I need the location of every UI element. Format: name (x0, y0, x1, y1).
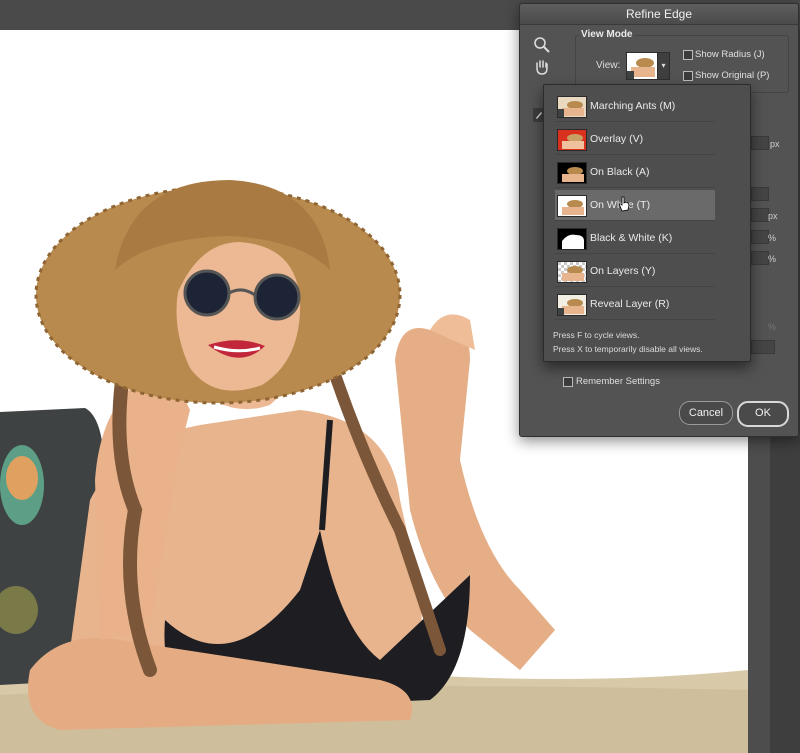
show-radius-label: Show Radius (J) (695, 49, 765, 60)
radius-unit: px (770, 139, 780, 149)
remember-settings-label: Remember Settings (576, 376, 660, 387)
black-white-thumb-icon (557, 228, 587, 250)
dropdown-hint-disable: Press X to temporarily disable all views… (553, 344, 703, 354)
show-original-checkbox[interactable] (683, 71, 693, 81)
dropdown-item-reveal-layer[interactable]: Reveal Layer (R) (555, 289, 715, 320)
smooth-field[interactable] (751, 187, 769, 201)
dropdown-item-label: On Layers (Y) (590, 265, 656, 277)
chevron-down-icon[interactable]: ▾ (657, 52, 670, 80)
dialog-title: Refine Edge (520, 4, 798, 25)
cancel-button[interactable]: Cancel (679, 401, 733, 425)
hand-icon[interactable] (533, 58, 551, 76)
dropdown-item-black-white[interactable]: Black & White (K) (555, 223, 715, 254)
pointer-hand-icon (618, 196, 630, 212)
view-mode-title: View Mode (579, 29, 635, 40)
contrast-unit: % (768, 233, 777, 243)
dropdown-item-marching-ants[interactable]: Marching Ants (M) (555, 91, 715, 122)
marching-ants-thumb-icon (557, 96, 587, 118)
contrast-field[interactable] (751, 230, 769, 244)
on-layers-thumb-icon (557, 261, 587, 283)
dropdown-item-label: On Black (A) (590, 166, 650, 178)
dropdown-item-on-layers[interactable]: On Layers (Y) (555, 256, 715, 287)
dropdown-item-label: Marching Ants (M) (590, 100, 676, 112)
show-original-label: Show Original (P) (695, 70, 770, 81)
on-black-thumb-icon (557, 162, 587, 184)
on-white-thumb-icon (557, 195, 587, 217)
feather-field[interactable] (751, 208, 769, 222)
dropdown-item-on-white[interactable]: On White (T) (555, 190, 715, 221)
reveal-layer-thumb-icon (557, 294, 587, 316)
ok-button[interactable]: OK (737, 401, 789, 427)
shift-edge-field[interactable] (751, 251, 769, 265)
show-radius-checkbox[interactable] (683, 50, 693, 60)
remember-settings-checkbox[interactable] (563, 377, 573, 387)
radius-field[interactable] (751, 136, 769, 150)
view-label: View: (596, 60, 621, 71)
amount-unit: % (768, 322, 777, 332)
view-thumbnail[interactable] (626, 52, 658, 80)
shift-edge-unit: % (768, 254, 777, 264)
zoom-icon[interactable] (533, 36, 551, 54)
overlay-thumb-icon (557, 129, 587, 151)
view-mode-dropdown: Marching Ants (M) Overlay (V) On Black (… (543, 84, 751, 362)
dropdown-item-label: Overlay (V) (590, 133, 644, 145)
dropdown-item-label: Reveal Layer (R) (590, 298, 670, 310)
dropdown-item-label: Black & White (K) (590, 232, 673, 244)
dropdown-item-on-black[interactable]: On Black (A) (555, 157, 715, 188)
feather-unit: px (768, 211, 778, 221)
dropdown-item-overlay[interactable]: Overlay (V) (555, 124, 715, 155)
dropdown-hint-cycle: Press F to cycle views. (553, 330, 640, 340)
output-select[interactable] (751, 340, 775, 354)
